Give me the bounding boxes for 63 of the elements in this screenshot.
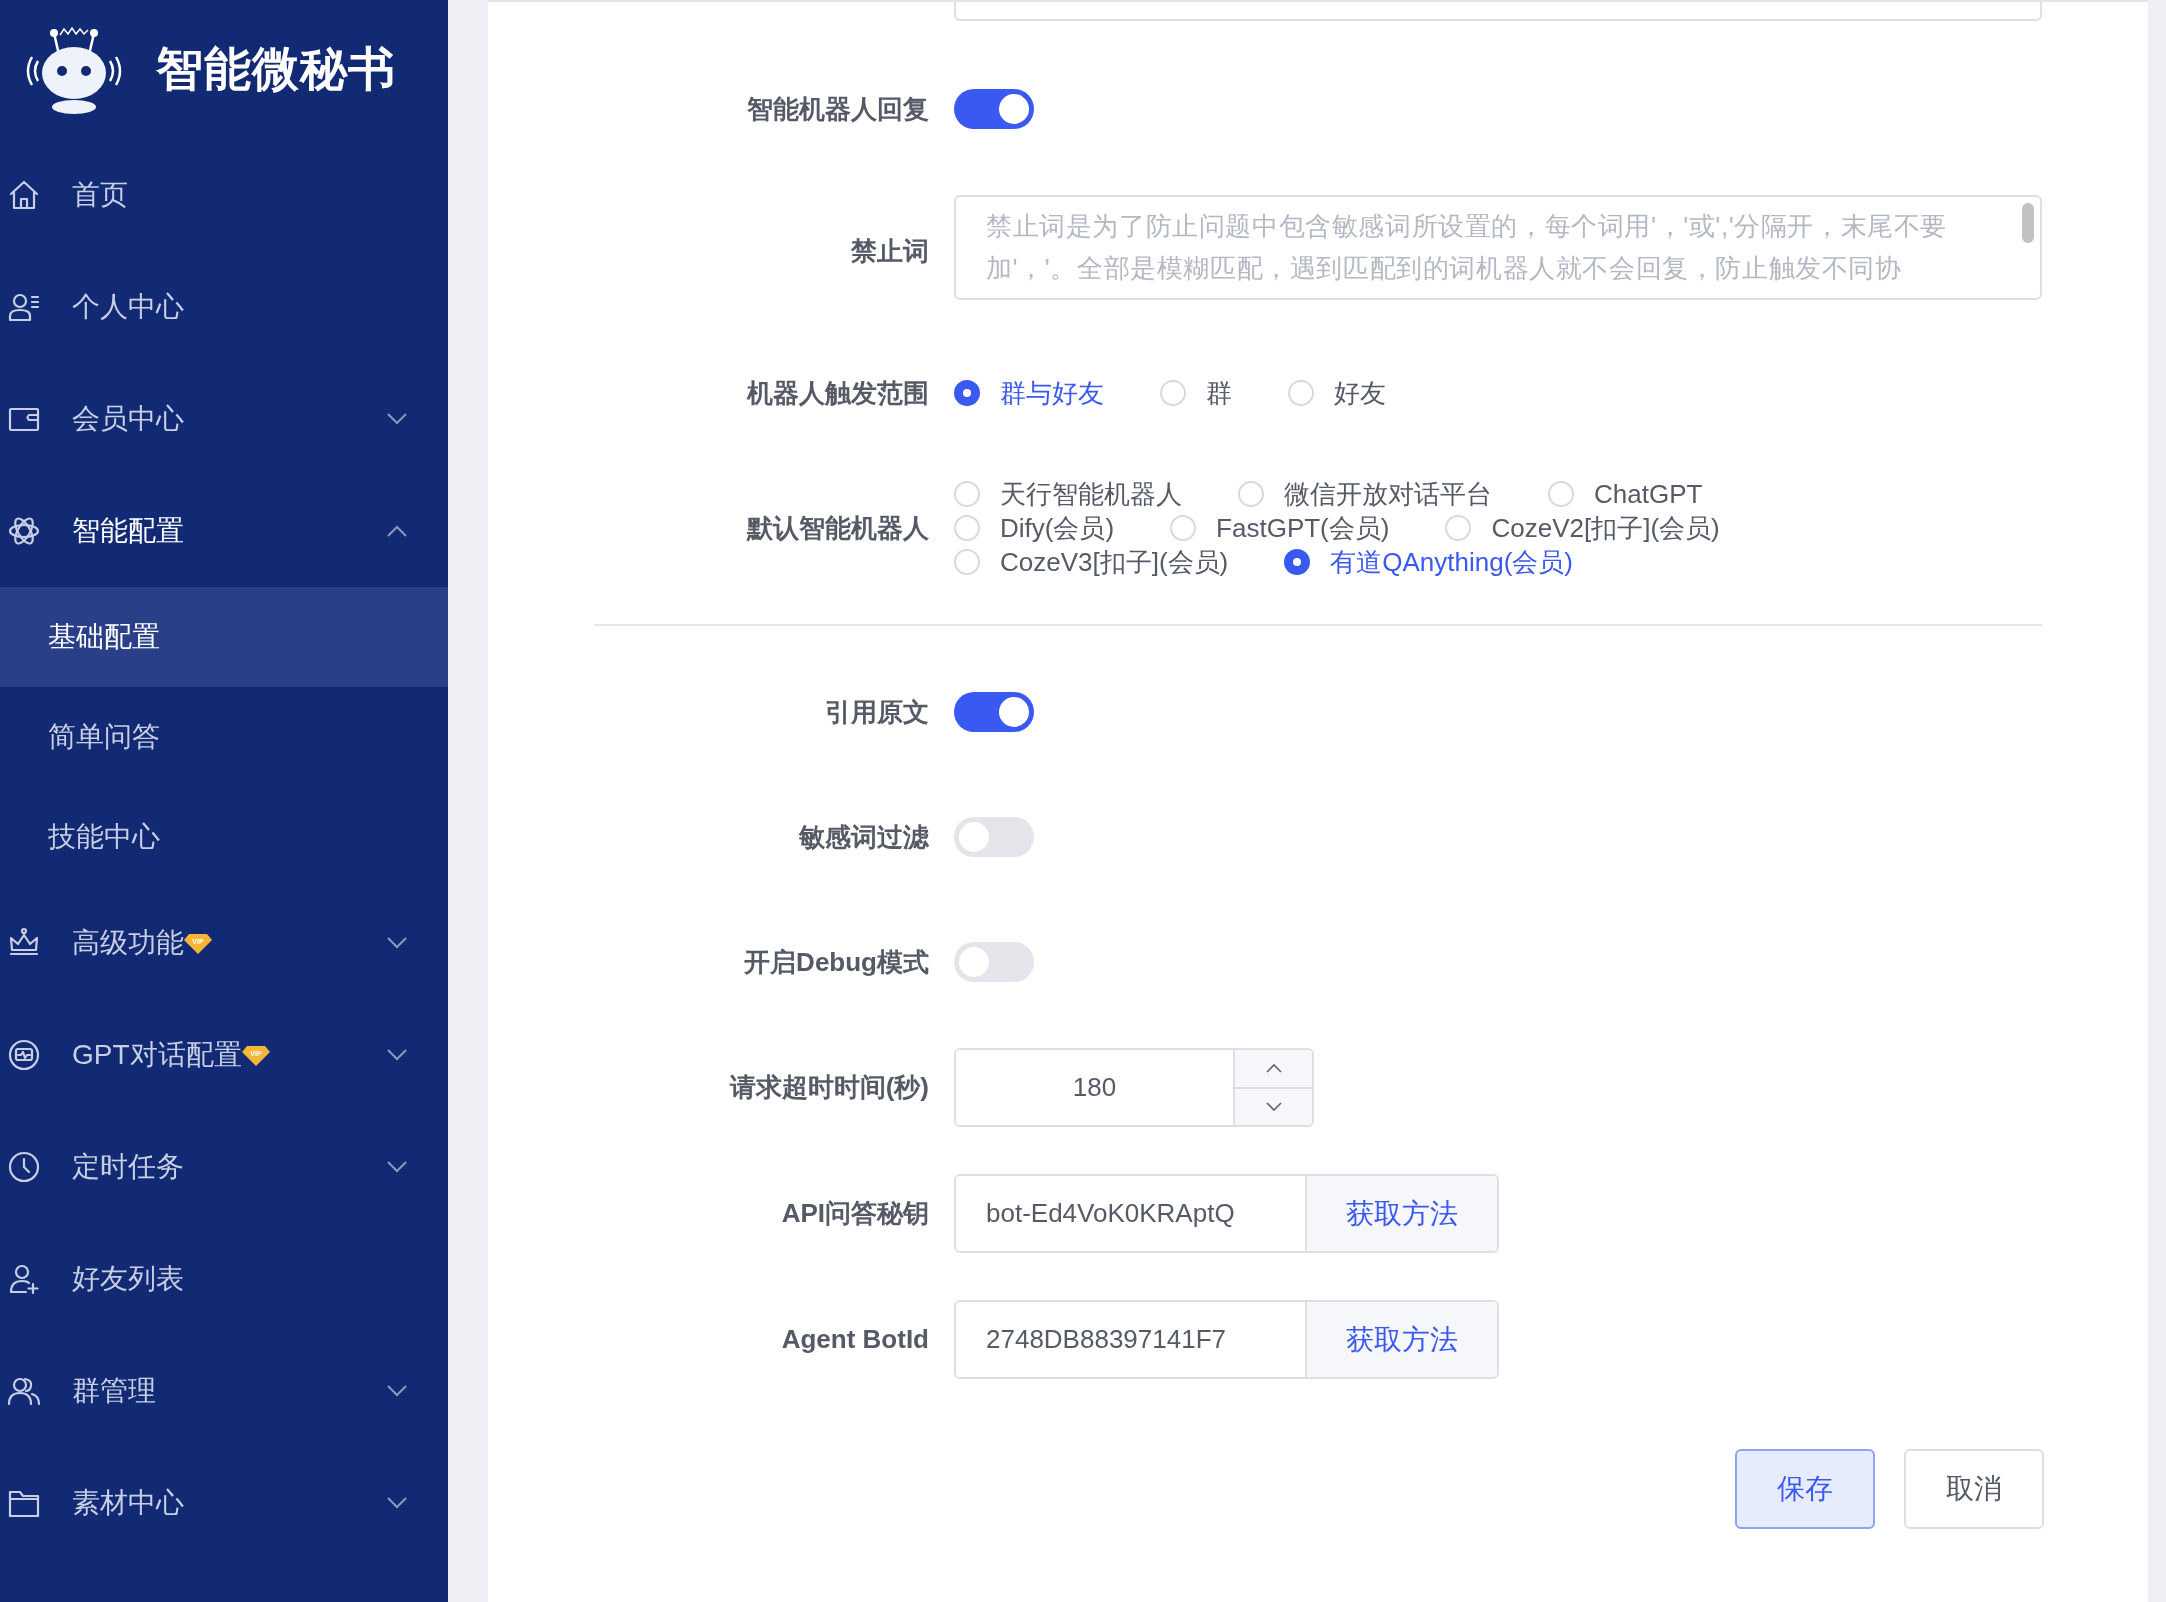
field-label: 引用原文: [824, 695, 930, 729]
radio-option[interactable]: CozeV3[扣子](会员): [954, 547, 1229, 577]
text-field[interactable]: 2748DB88397141F7 获取方法: [954, 1300, 1499, 1379]
sidebar-item[interactable]: 素材中心: [0, 1447, 448, 1559]
chat-monitor-icon: [7, 1038, 41, 1072]
cancel-button[interactable]: 取消: [1904, 1449, 2044, 1529]
chevron-down-icon: [386, 1160, 408, 1174]
increment-button[interactable]: [1235, 1050, 1312, 1087]
radio-option[interactable]: 群与好友: [954, 378, 1104, 408]
sidebar-subitem[interactable]: 技能中心: [0, 787, 448, 887]
toggle-switch[interactable]: [954, 89, 1034, 129]
clock-icon: [7, 1150, 41, 1184]
field-label: 机器人触发范围: [745, 376, 930, 410]
get-method-button[interactable]: 获取方法: [1305, 1176, 1497, 1251]
field-label: 敏感词过滤: [797, 820, 930, 854]
radio-option[interactable]: Dify(会员): [954, 513, 1115, 543]
scrollbar-thumb[interactable]: [2022, 203, 2034, 243]
get-method-button[interactable]: 获取方法: [1305, 1302, 1497, 1377]
chevron-down-icon: [1264, 1101, 1283, 1112]
toggle-switch[interactable]: [954, 817, 1034, 857]
radio-option[interactable]: 天行智能机器人: [954, 479, 1182, 509]
sidebar-item[interactable]: 首页: [0, 139, 448, 251]
radio-option[interactable]: ChatGPT: [1548, 479, 1703, 509]
textarea-field[interactable]: 禁止词是为了防止问题中包含敏感词所设置的，每个词用'，'或','分隔开，末尾不要加'，'。全部是模糊匹配，遇到匹配到的词机器人就不会回复，防止触发不同协: [954, 195, 2042, 300]
number-input[interactable]: 180: [954, 1048, 1314, 1127]
sidebar-item[interactable]: 会员中心: [0, 363, 448, 475]
chevron-up-icon: [386, 524, 408, 538]
radio-option[interactable]: 群: [1160, 378, 1232, 408]
sidebar-subitem[interactable]: 基础配置: [0, 587, 448, 687]
chevron-down-icon: [386, 1496, 408, 1510]
radio-option[interactable]: 有道QAnything(会员): [1284, 547, 1573, 577]
sidebar-item[interactable]: 个人中心: [0, 251, 448, 363]
field-label: 开启Debug模式: [743, 945, 930, 979]
radio-option[interactable]: FastGPT(会员): [1170, 513, 1390, 543]
home-icon: [7, 178, 41, 212]
sidebar-item[interactable]: 智能配置: [0, 475, 448, 587]
field-label: 默认智能机器人: [745, 511, 930, 545]
radio-option[interactable]: CozeV2[扣子](会员): [1445, 513, 1720, 543]
text-field[interactable]: bot-Ed4VoK0KRAptQ 获取方法: [954, 1174, 1499, 1253]
user-plus-icon: [7, 1262, 41, 1296]
chevron-down-icon: [386, 412, 408, 426]
field-label: 禁止词: [850, 234, 930, 268]
chevron-down-icon: [386, 1384, 408, 1398]
input-field[interactable]: [954, 2, 2042, 21]
chevron-up-icon: [1264, 1063, 1283, 1074]
radio-option[interactable]: 微信开放对话平台: [1238, 479, 1492, 509]
toggle-switch[interactable]: [954, 692, 1034, 732]
chevron-down-icon: [386, 936, 408, 950]
save-button[interactable]: 保存: [1735, 1449, 1875, 1529]
sidebar-item[interactable]: 好友列表: [0, 1223, 448, 1335]
field-label: API问答秘钥: [780, 1197, 930, 1230]
sidebar-item[interactable]: 定时任务: [0, 1111, 448, 1223]
field-label: 请求超时时间(秒): [728, 1071, 930, 1104]
field-label: Agent BotId: [780, 1323, 930, 1356]
brand-title: 智能微秘书: [156, 41, 396, 98]
decrement-button[interactable]: [1235, 1086, 1312, 1125]
sidebar-item[interactable]: 群管理: [0, 1335, 448, 1447]
chevron-down-icon: [386, 1048, 408, 1062]
sidebar-subitem[interactable]: 简单问答: [0, 687, 448, 787]
field-label: 智能机器人回复: [746, 92, 930, 126]
radio-option[interactable]: 好友: [1288, 378, 1386, 408]
atom-icon: [7, 514, 41, 548]
toggle-switch[interactable]: [954, 942, 1034, 982]
